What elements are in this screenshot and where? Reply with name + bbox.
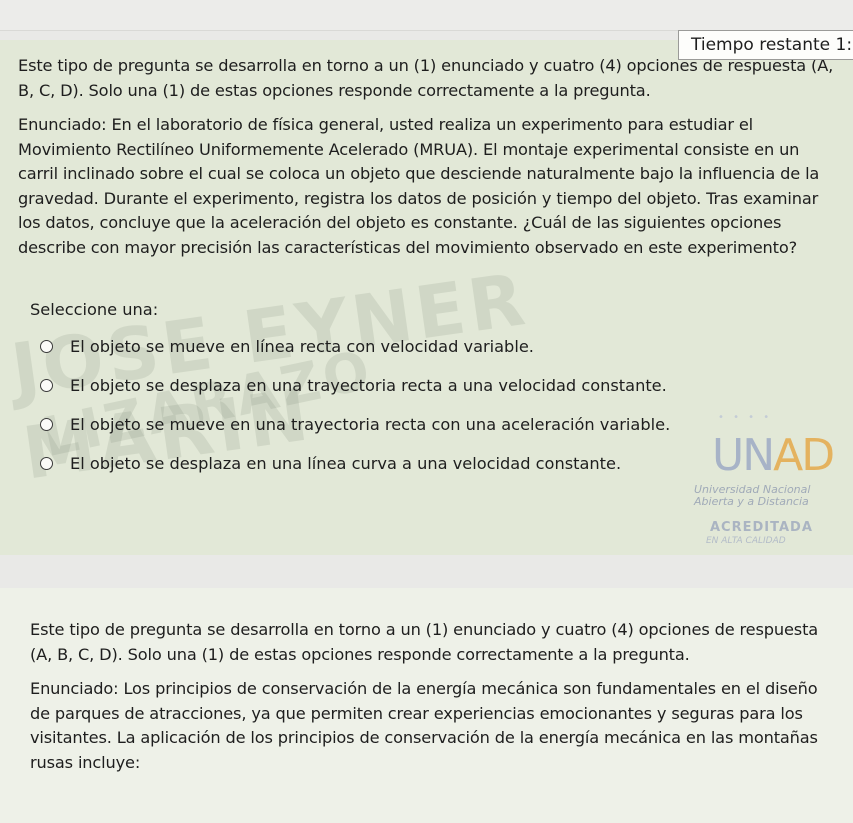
radio-button[interactable] <box>40 417 53 431</box>
answer-option-label[interactable]: El objeto se desplaza en una trayectoria… <box>70 376 667 395</box>
answer-option-label[interactable]: El objeto se mueve en línea recta con ve… <box>70 337 534 356</box>
time-remaining: Tiempo restante 1:0 <box>678 30 853 60</box>
question-1-statement: Enunciado: En el laboratorio de física g… <box>18 115 820 257</box>
answer-option-b[interactable]: El objeto se desplaza en una trayectoria… <box>40 372 837 398</box>
select-one-label: Seleccione una: <box>30 300 159 319</box>
question-2-statement: Enunciado: Los principios de conservació… <box>30 679 818 772</box>
logo-dots: • • • • <box>718 412 773 423</box>
unad-logo: • • • • UNAD Universidad Nacional Abiert… <box>688 412 848 562</box>
time-remaining-label: Tiempo restante 1:0 <box>691 35 853 55</box>
answer-option-label[interactable]: El objeto se desplaza en una línea curva… <box>70 454 621 473</box>
accreditation-subtitle: EN ALTA CALIDAD <box>706 536 786 546</box>
accreditation-badge: ACREDITADA <box>710 520 813 535</box>
answer-option-a[interactable]: El objeto se mueve en línea recta con ve… <box>40 333 837 359</box>
radio-button[interactable] <box>40 378 53 392</box>
question-1-instructions: Este tipo de pregunta se desarrolla en t… <box>18 56 834 100</box>
question-card-2: Este tipo de pregunta se desarrolla en t… <box>0 588 853 823</box>
answer-option-label[interactable]: El objeto se mueve en una trayectoria re… <box>70 415 670 434</box>
radio-button[interactable] <box>40 456 53 470</box>
radio-button[interactable] <box>40 339 53 353</box>
top-strip <box>0 0 853 31</box>
logo-mark: UNAD <box>712 430 835 481</box>
question-2-instructions: Este tipo de pregunta se desarrolla en t… <box>30 620 819 664</box>
logo-university-name: Universidad Nacional Abierta y a Distanc… <box>694 483 811 508</box>
